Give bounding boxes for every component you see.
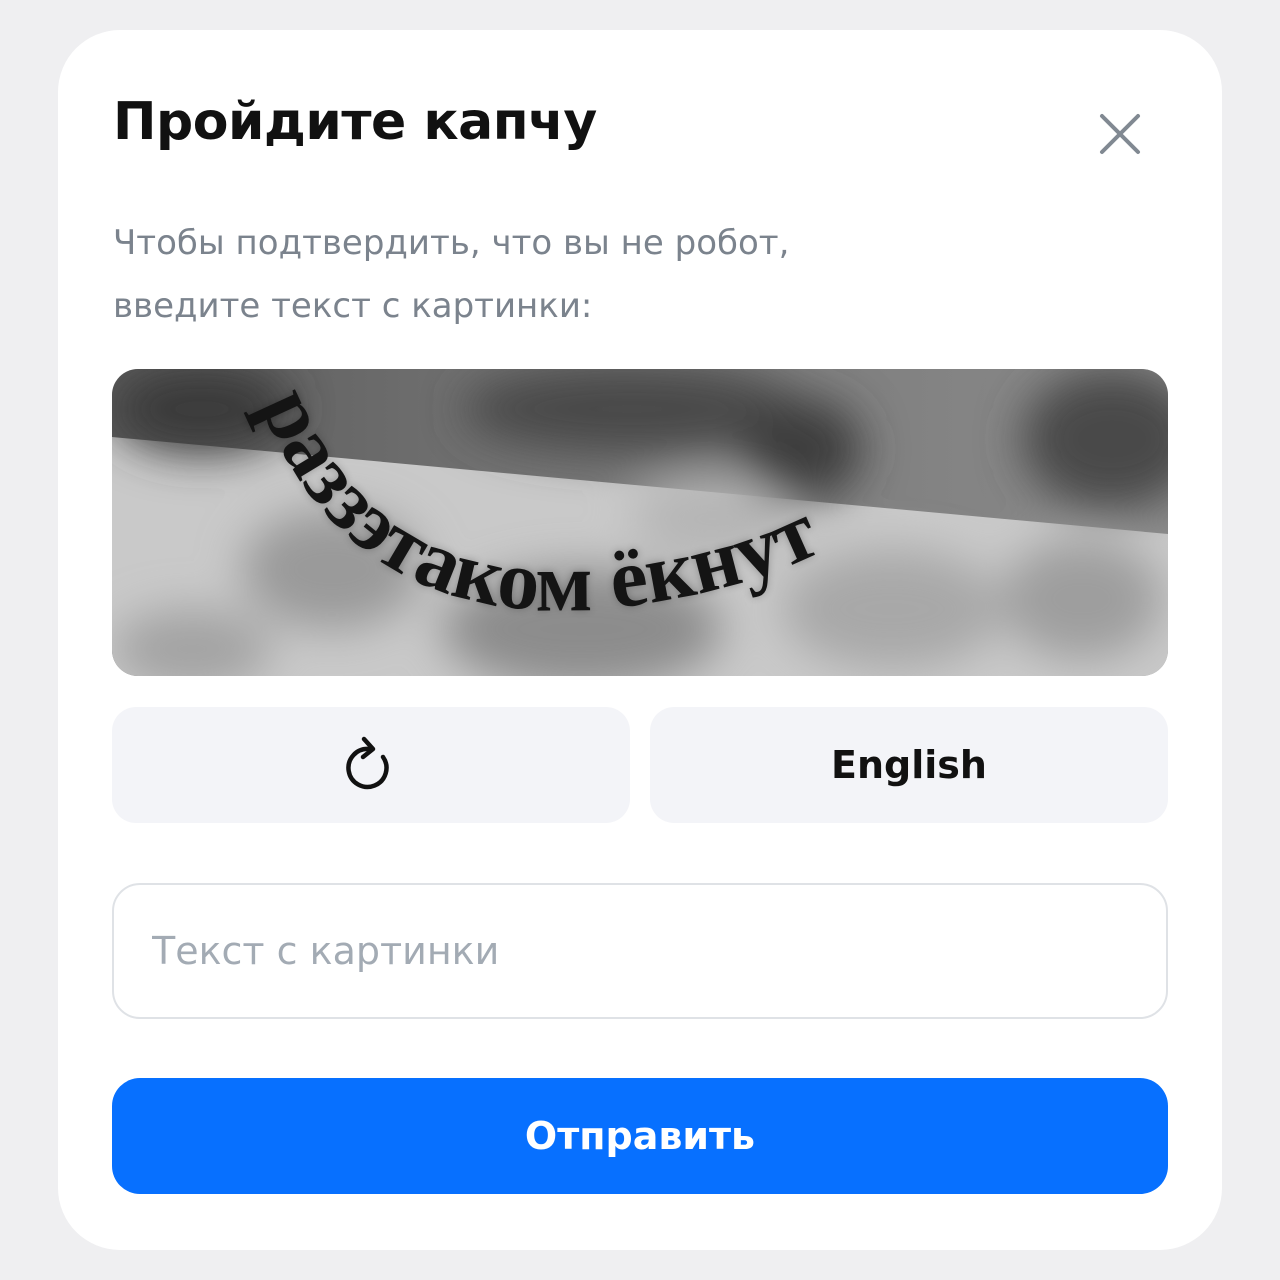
language-button[interactable]: English: [650, 707, 1168, 823]
dialog-subtitle: Чтобы подтвердить, что вы не робот, введ…: [113, 212, 1013, 338]
submit-button-label: Отправить: [524, 1114, 756, 1158]
captcha-text-input[interactable]: [112, 883, 1168, 1019]
close-icon: [1100, 114, 1140, 154]
submit-button[interactable]: Отправить: [112, 1078, 1168, 1194]
close-button[interactable]: [1088, 102, 1152, 166]
language-button-label: English: [831, 743, 987, 787]
refresh-icon: [346, 736, 389, 790]
captcha-actions: English: [112, 707, 1168, 823]
dialog-title: Пройдите капчу: [113, 92, 597, 152]
captcha-image: раззэтаком ёкнут раззэтаком ёкнут: [112, 369, 1168, 676]
captcha-dialog: Пройдите капчу Чтобы подтвердить, что вы…: [58, 30, 1222, 1250]
subtitle-line-2: введите текст с картинки:: [113, 286, 593, 326]
subtitle-line-1: Чтобы подтвердить, что вы не робот,: [113, 223, 790, 263]
refresh-captcha-button[interactable]: [112, 707, 630, 823]
